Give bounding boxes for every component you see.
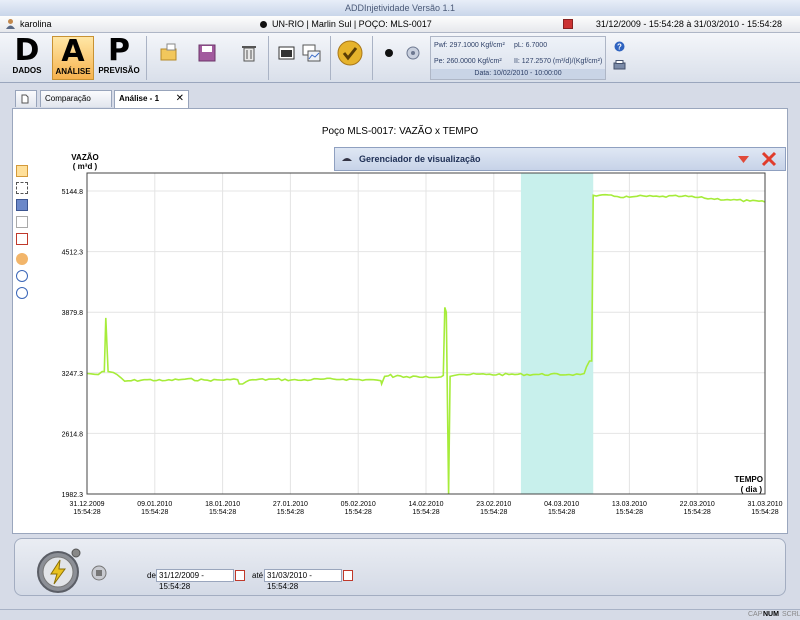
x-tick-time: 15:54:28 xyxy=(751,509,778,516)
stop-icon[interactable] xyxy=(91,565,107,581)
from-calendar-icon[interactable] xyxy=(235,570,245,581)
y-tick-label: 4512.3 xyxy=(62,250,84,257)
status-scrl: SCRL xyxy=(782,611,800,618)
x-tick-time: 15:54:28 xyxy=(412,509,439,516)
bottom-panel xyxy=(14,538,786,596)
x-tick-date: 09.01.2010 xyxy=(137,501,172,508)
y-tick-label: 2614.8 xyxy=(62,431,84,438)
status-bar: CAP NUM SCRL xyxy=(0,609,800,620)
x-tick-time: 15:54:28 xyxy=(548,509,575,516)
x-tick-date: 31.03.2010 xyxy=(747,501,782,508)
x-tick-date: 05.02.2010 xyxy=(341,501,376,508)
visualization-manager-bar[interactable]: Gerenciador de visualização xyxy=(334,147,786,171)
x-tick-time: 15:54:28 xyxy=(616,509,643,516)
x-axis-label: TEMPO xyxy=(735,475,763,484)
y-tick-label: 3879.8 xyxy=(62,310,84,317)
x-tick-date: 18.01.2010 xyxy=(205,501,240,508)
from-date-field[interactable]: 31/12/2009 - 15:54:28 xyxy=(156,569,234,591)
to-label: até xyxy=(252,571,264,580)
close-icon[interactable] xyxy=(761,151,777,167)
to-date-field[interactable]: 31/03/2010 - 15:54:28 xyxy=(264,569,342,591)
chart-svg: 5144.8 4512.3 3879.8 3247.3 2614.8 1982.3 31.… xyxy=(62,153,783,516)
y-axis-label: VAZÃO xyxy=(71,153,98,162)
x-tick-time: 15:54:28 xyxy=(73,509,100,516)
to-calendar-icon[interactable] xyxy=(343,570,353,581)
x-tick-time: 15:54:28 xyxy=(209,509,236,516)
y-tick-label: 5144.8 xyxy=(62,189,84,196)
x-tick-time: 15:54:28 xyxy=(277,509,304,516)
x-tick-date: 14.02.2010 xyxy=(408,501,443,508)
x-tick-date: 22.03.2010 xyxy=(680,501,715,508)
highlight-band xyxy=(520,173,594,494)
x-tick-date: 27.01.2010 xyxy=(273,501,308,508)
visualization-manager-icon xyxy=(342,158,352,161)
y-axis-units: ( m³d ) xyxy=(73,162,98,171)
collapse-icon[interactable] xyxy=(738,156,749,163)
y-axis-ticks: 5144.8 4512.3 3879.8 3247.3 2614.8 1982.3 xyxy=(62,189,84,499)
lightning-action-icon[interactable] xyxy=(34,546,90,594)
y-tick-label: 3247.3 xyxy=(62,371,84,378)
from-label: de xyxy=(147,571,156,580)
y-tick-label: 1982.3 xyxy=(62,492,84,499)
x-tick-time: 15:54:28 xyxy=(141,509,168,516)
chart-grid xyxy=(86,173,766,495)
x-axis-ticks: 31.12.200915:54:2809.01.201015:54:2818.0… xyxy=(69,501,782,516)
visualization-manager-label: Gerenciador de visualização xyxy=(359,154,481,164)
status-cap: CAP xyxy=(748,611,763,618)
x-tick-time: 15:54:28 xyxy=(684,509,711,516)
x-tick-date: 31.12.2009 xyxy=(69,501,104,508)
status-num: NUM xyxy=(763,611,779,618)
x-tick-time: 15:54:28 xyxy=(345,509,372,516)
x-axis-units: ( dia ) xyxy=(741,485,763,494)
x-tick-time: 15:54:28 xyxy=(480,509,507,516)
x-tick-date: 13.03.2010 xyxy=(612,501,647,508)
x-tick-date: 04.03.2010 xyxy=(544,501,579,508)
x-tick-date: 23.02.2010 xyxy=(476,501,511,508)
